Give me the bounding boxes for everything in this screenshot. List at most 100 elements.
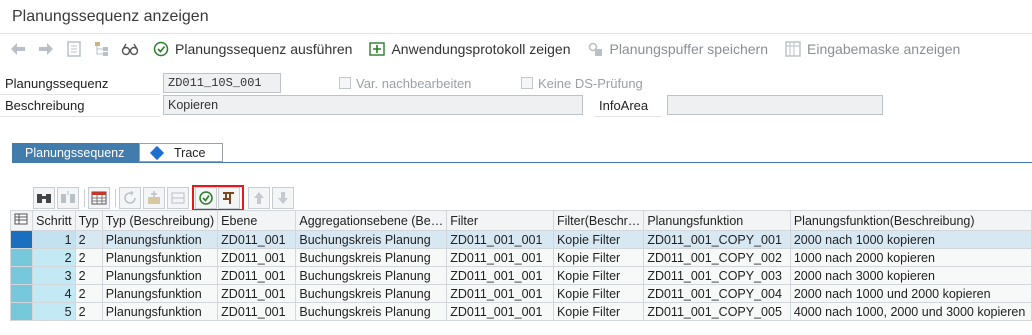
step-cell: 5 xyxy=(32,302,76,321)
row-selector[interactable] xyxy=(9,284,34,303)
insert-row-icon[interactable] xyxy=(143,187,165,209)
move-down-icon[interactable] xyxy=(272,187,294,209)
column-header-step[interactable]: Schritt xyxy=(32,210,76,231)
aggregation-cell: Buchungskreis Planung xyxy=(295,248,448,267)
hierarchy-icon[interactable] xyxy=(92,39,112,59)
tab-divider xyxy=(12,162,1032,163)
type-cell: 2 xyxy=(74,284,103,303)
table-row[interactable]: 1 2 Planungsfunktion ZD011_001 Buchungsk… xyxy=(9,230,1032,249)
save-buffer-button[interactable]: Planungspuffer speichern xyxy=(582,38,772,60)
log-icon xyxy=(368,40,386,58)
tab-trace[interactable]: Trace xyxy=(139,143,223,162)
level-cell: ZD011_001 xyxy=(217,248,297,267)
window-title: Planungssequenz anzeigen xyxy=(12,8,209,25)
filter-cell: ZD011_001_001 xyxy=(446,302,554,321)
description-field[interactable]: Kopieren xyxy=(163,95,583,115)
title-bar: Planungssequenz anzeigen xyxy=(0,0,1032,34)
filter-cell: ZD011_001_001 xyxy=(446,230,554,249)
type-cell: 2 xyxy=(74,302,103,321)
input-mask-icon xyxy=(784,40,802,58)
row-selector[interactable] xyxy=(9,266,34,285)
filter-desc-cell: Kopie Filter xyxy=(552,266,645,285)
ds-checkbox-label: Keine DS-Prüfung xyxy=(538,75,643,91)
function-cell: ZD011_001_COPY_002 xyxy=(643,248,791,267)
find-next-icon[interactable] xyxy=(57,187,79,209)
save-buffer-icon xyxy=(586,40,604,58)
column-header-aggregation[interactable]: Aggregationsebene (Be… xyxy=(295,210,448,231)
show-log-label: Anwendungsprotokoll zeigen xyxy=(391,41,571,57)
column-header-type-desc[interactable]: Typ (Beschreibung) xyxy=(101,210,219,231)
aggregation-cell: Buchungskreis Planung xyxy=(295,230,448,249)
toolbar-separator xyxy=(115,189,116,207)
filter-desc-cell: Kopie Filter xyxy=(552,230,645,249)
infoarea-field[interactable] xyxy=(667,95,883,115)
type-desc-cell: Planungsfunktion xyxy=(101,302,219,321)
type-desc-cell: Planungsfunktion xyxy=(101,230,219,249)
type-cell: 2 xyxy=(74,248,103,267)
sequence-field[interactable]: ZD011_10S_001 xyxy=(163,73,281,93)
move-up-icon[interactable] xyxy=(248,187,270,209)
diamond-icon xyxy=(149,145,165,160)
ds-checkbox[interactable]: Keine DS-Prüfung xyxy=(521,73,643,93)
function-desc-cell: 2000 nach 1000 und 2000 kopieren xyxy=(789,284,1032,303)
glasses-icon[interactable] xyxy=(120,39,140,59)
column-header-filter-desc[interactable]: Filter(Beschr… xyxy=(552,210,645,231)
find-icon[interactable] xyxy=(33,187,55,209)
show-input-mask-label: Eingabemaske anzeigen xyxy=(807,41,961,57)
aggregation-cell: Buchungskreis Planung xyxy=(295,266,448,285)
sequence-steps-table: Schritt Typ Typ (Beschreibung) Ebene Agg… xyxy=(9,210,1032,321)
forward-arrow-icon[interactable] xyxy=(36,39,56,59)
execute-step-icon[interactable] xyxy=(195,187,217,209)
function-cell: ZD011_001_COPY_001 xyxy=(643,230,791,249)
tab-planning-sequence[interactable]: Planungssequenz xyxy=(12,143,139,162)
refresh-icon[interactable] xyxy=(119,187,141,209)
row-selector[interactable] xyxy=(9,302,34,321)
table-row[interactable]: 4 2 Planungsfunktion ZD011_001 Buchungsk… xyxy=(9,284,1032,303)
filter-cell: ZD011_001_001 xyxy=(446,266,554,285)
table-row[interactable]: 5 2 Planungsfunktion ZD011_001 Buchungsk… xyxy=(9,302,1032,321)
ds-checkbox-box[interactable] xyxy=(521,77,533,89)
filter-desc-cell: Kopie Filter xyxy=(552,302,645,321)
description-row: Beschreibung Kopieren InfoArea xyxy=(0,95,1032,117)
column-header-type[interactable]: Typ xyxy=(74,210,103,231)
function-cell: ZD011_001_COPY_003 xyxy=(643,266,791,285)
save-buffer-label: Planungspuffer speichern xyxy=(609,41,769,57)
step-cell: 2 xyxy=(32,248,76,267)
filter-desc-cell: Kopie Filter xyxy=(552,248,645,267)
level-cell: ZD011_001 xyxy=(217,230,297,249)
sequence-label: Planungssequenz xyxy=(0,73,160,95)
back-arrow-icon[interactable] xyxy=(8,39,28,59)
type-cell: 2 xyxy=(74,230,103,249)
show-log-button[interactable]: Anwendungsprotokoll zeigen xyxy=(364,38,574,60)
column-header-function-desc[interactable]: Planungsfunktion(Beschreibung) xyxy=(789,210,1032,231)
execute-sequence-label: Planungssequenz ausführen xyxy=(175,41,353,57)
toolbar-separator xyxy=(84,189,85,207)
column-header-filter[interactable]: Filter xyxy=(446,210,554,231)
show-input-mask-button[interactable]: Eingabemaske anzeigen xyxy=(780,38,964,60)
document-icon[interactable] xyxy=(64,39,84,59)
infoarea-label: InfoArea xyxy=(594,95,662,117)
execute-sequence-button[interactable]: Planungssequenz ausführen xyxy=(148,38,356,60)
column-header-function[interactable]: Planungsfunktion xyxy=(643,210,791,231)
description-label: Beschreibung xyxy=(0,95,160,117)
function-desc-cell: 1000 nach 2000 kopieren xyxy=(789,248,1032,267)
sequence-row: Planungssequenz ZD011_10S_001 Var. nachb… xyxy=(0,73,1032,95)
delete-row-icon[interactable] xyxy=(167,187,189,209)
table-header-row: Schritt Typ Typ (Beschreibung) Ebene Agg… xyxy=(9,210,1032,231)
layout-icon[interactable] xyxy=(88,187,110,209)
table-row[interactable]: 2 2 Planungsfunktion ZD011_001 Buchungsk… xyxy=(9,248,1032,267)
row-selector[interactable] xyxy=(9,230,34,249)
function-cell: ZD011_001_COPY_005 xyxy=(643,302,791,321)
var-checkbox-label: Var. nachbearbeiten xyxy=(356,75,472,91)
aggregation-cell: Buchungskreis Planung xyxy=(295,302,448,321)
var-checkbox-box[interactable] xyxy=(339,77,351,89)
function-desc-cell: 4000 nach 1000, 2000 und 3000 kopieren xyxy=(789,302,1032,321)
row-selector[interactable] xyxy=(9,248,34,267)
column-header-level[interactable]: Ebene xyxy=(217,210,297,231)
function-desc-cell: 2000 nach 1000 kopieren xyxy=(789,230,1032,249)
select-all-icon[interactable] xyxy=(9,210,34,231)
var-checkbox[interactable]: Var. nachbearbeiten xyxy=(339,73,471,93)
debug-step-icon[interactable] xyxy=(218,187,240,209)
table-row[interactable]: 3 2 Planungsfunktion ZD011_001 Buchungsk… xyxy=(9,266,1032,285)
tab-strip: Planungssequenz Trace xyxy=(12,143,223,162)
